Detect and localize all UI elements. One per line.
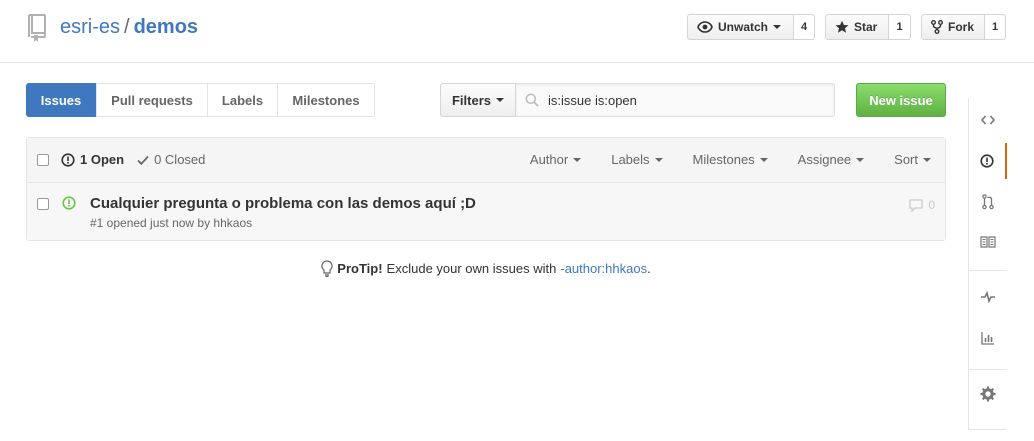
table-header: 1 Open 0 Closed Author Labels Milestones… (27, 138, 945, 183)
tab-pull-requests[interactable]: Pull requests (96, 84, 207, 116)
issue-states: 1 Open 0 Closed (61, 152, 205, 167)
sidebar-item-issues[interactable] (969, 143, 1007, 179)
tab-milestones[interactable]: Milestones (277, 84, 374, 116)
eye-icon (697, 21, 713, 33)
repo-name-link[interactable]: demos (134, 16, 198, 38)
fork-action: Fork 1 (921, 14, 1006, 40)
graph-icon (981, 332, 994, 345)
chevron-down-icon (759, 157, 768, 162)
filters-label: Filters (451, 92, 491, 108)
repo-owner-link[interactable]: esri-es (60, 16, 120, 38)
unwatch-label: Unwatch (718, 20, 769, 34)
sort-menu[interactable]: Sort (894, 152, 931, 167)
sidebar-item-settings[interactable] (969, 376, 1007, 412)
milestones-menu[interactable]: Milestones (693, 152, 768, 167)
sidebar-item-wiki[interactable] (969, 224, 1007, 260)
check-icon (137, 155, 149, 165)
sidebar-item-pull-requests[interactable] (969, 184, 1007, 220)
author-menu-label: Author (529, 152, 569, 167)
repo-icon (28, 14, 46, 42)
search-icon (525, 93, 539, 107)
author-menu[interactable]: Author (529, 152, 582, 167)
code-icon (981, 115, 995, 125)
fork-icon (931, 20, 943, 34)
assignee-menu-label: Assignee (797, 152, 852, 167)
assignee-menu[interactable]: Assignee (797, 152, 865, 167)
issue-opened-icon (62, 196, 76, 210)
labels-menu[interactable]: Labels (611, 152, 663, 167)
chevron-down-icon (496, 98, 504, 102)
comments-link[interactable]: 0 (909, 198, 935, 212)
sidebar-item-pulse[interactable] (969, 279, 1007, 315)
milestones-menu-label: Milestones (692, 152, 755, 167)
issue-checkbox[interactable] (37, 198, 49, 210)
search-input[interactable] (548, 92, 828, 108)
sidebar-item-graphs[interactable] (969, 320, 1007, 356)
filters-button[interactable]: Filters (440, 83, 516, 117)
chevron-down-icon (923, 157, 931, 162)
repo-sidebar (968, 98, 1007, 430)
protip-label: ProTip! (337, 261, 383, 276)
protip-text: Exclude your own issues with (386, 261, 557, 276)
search-box (516, 83, 835, 117)
sidebar-divider (969, 270, 1007, 271)
comment-count: 0 (928, 198, 935, 212)
labels-menu-label: Labels (611, 152, 650, 167)
issue-meta: #1 opened just now by hhkaos (90, 216, 253, 230)
forks-count[interactable]: 1 (985, 14, 1006, 40)
star-action: Star 1 (825, 14, 911, 40)
chevron-down-icon (856, 157, 865, 162)
open-count-label: 1 Open (80, 152, 125, 167)
wiki-icon (980, 236, 996, 248)
issues-table: 1 Open 0 Closed Author Labels Milestones… (26, 137, 946, 241)
unwatch-button[interactable]: Unwatch (687, 14, 794, 40)
sort-menus: Author Labels Milestones Assignee Sort (500, 152, 931, 167)
settings-icon (980, 386, 996, 402)
subnav-links: Issues Pull requests Labels Milestones (26, 83, 375, 117)
watch-action: Unwatch 4 (687, 14, 815, 40)
star-label: Star (854, 20, 878, 34)
comment-icon (909, 198, 923, 212)
new-issue-button[interactable]: New issue (856, 83, 946, 117)
sort-menu-label: Sort (894, 152, 918, 167)
star-icon (835, 20, 849, 33)
table-row: Cualquier pregunta o problema con las de… (27, 183, 945, 240)
tab-issues[interactable]: Issues (26, 83, 96, 117)
closed-filter[interactable]: 0 Closed (137, 152, 205, 167)
light-bulb-icon (321, 260, 333, 277)
fork-label: Fork (948, 20, 975, 34)
repo-separator: / (124, 16, 130, 38)
watchers-count[interactable]: 4 (794, 14, 815, 40)
protip-link[interactable]: -author:hhkaos (560, 261, 647, 276)
protip-end: . (647, 261, 651, 276)
chevron-down-icon (773, 25, 782, 29)
issue-title-link[interactable]: Cualquier pregunta o problema con las de… (90, 195, 476, 212)
tab-labels[interactable]: Labels (207, 84, 277, 116)
chevron-down-icon (654, 157, 663, 162)
pulse-icon (981, 291, 995, 303)
repo-title: esri-es / demos (60, 15, 198, 39)
select-all-checkbox[interactable] (37, 154, 49, 166)
fork-button[interactable]: Fork (921, 14, 985, 40)
issue-filters: Filters (440, 83, 835, 117)
protip: ProTip! Exclude your own issues with -au… (0, 260, 972, 277)
issue-icon (980, 154, 994, 168)
sidebar-item-code[interactable] (969, 102, 1007, 138)
sidebar-divider (969, 369, 1007, 370)
open-filter[interactable]: 1 Open (61, 152, 124, 167)
pull-request-icon (982, 194, 994, 210)
closed-count-label: 0 Closed (154, 152, 206, 167)
star-button[interactable]: Star (825, 14, 889, 40)
repo-header: esri-es / demos Unwatch 4 Star 1 Fork 1 (0, 0, 1034, 63)
stargazers-count[interactable]: 1 (889, 14, 911, 40)
chevron-down-icon (573, 157, 582, 162)
issue-opened-icon (61, 152, 75, 167)
